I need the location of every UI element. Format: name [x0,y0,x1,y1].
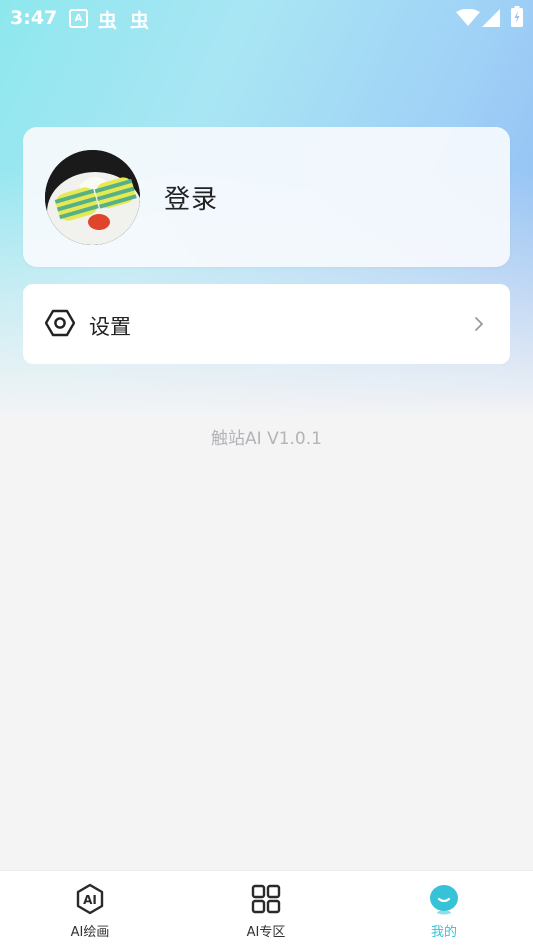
tab-ai-draw[interactable]: AI AI绘画 [30,871,150,950]
battery-charging-icon [511,6,523,27]
settings-row[interactable]: 设置 [23,284,510,364]
ai-draw-icon-text: AI [83,893,97,907]
bug-icon: 虫 [130,10,150,32]
chevron-right-icon [475,317,483,331]
tab-ai-draw-label: AI绘画 [70,925,110,940]
tab-ai-zone[interactable]: AI专区 [206,871,326,950]
grid-icon [251,884,281,914]
profile-card[interactable]: 登录 [23,127,510,267]
status-bar: 3:47 A 虫 虫 [0,0,533,36]
signal-icon [482,9,500,27]
avatar[interactable] [45,150,140,245]
ai-draw-icon: AI [76,883,104,915]
avatar-image [45,150,140,245]
a-icon: A [69,9,88,28]
wifi-icon [456,9,480,26]
app-version-text: 触站AI V1.0.1 [211,429,322,449]
tab-ai-zone-label: AI专区 [246,925,286,940]
settings-label: 设置 [89,315,131,339]
tab-mine-label: 我的 [430,925,457,940]
status-time: 3:47 [10,7,58,29]
tab-mine[interactable]: 我的 [384,871,504,950]
bottom-tab-bar: AI AI绘画 AI专区 我的 [0,870,533,950]
bug-icon: 虫 [98,10,118,32]
profile-face-icon [430,885,458,915]
login-label[interactable]: 登录 [164,179,218,216]
settings-hexagon-icon [45,309,75,337]
